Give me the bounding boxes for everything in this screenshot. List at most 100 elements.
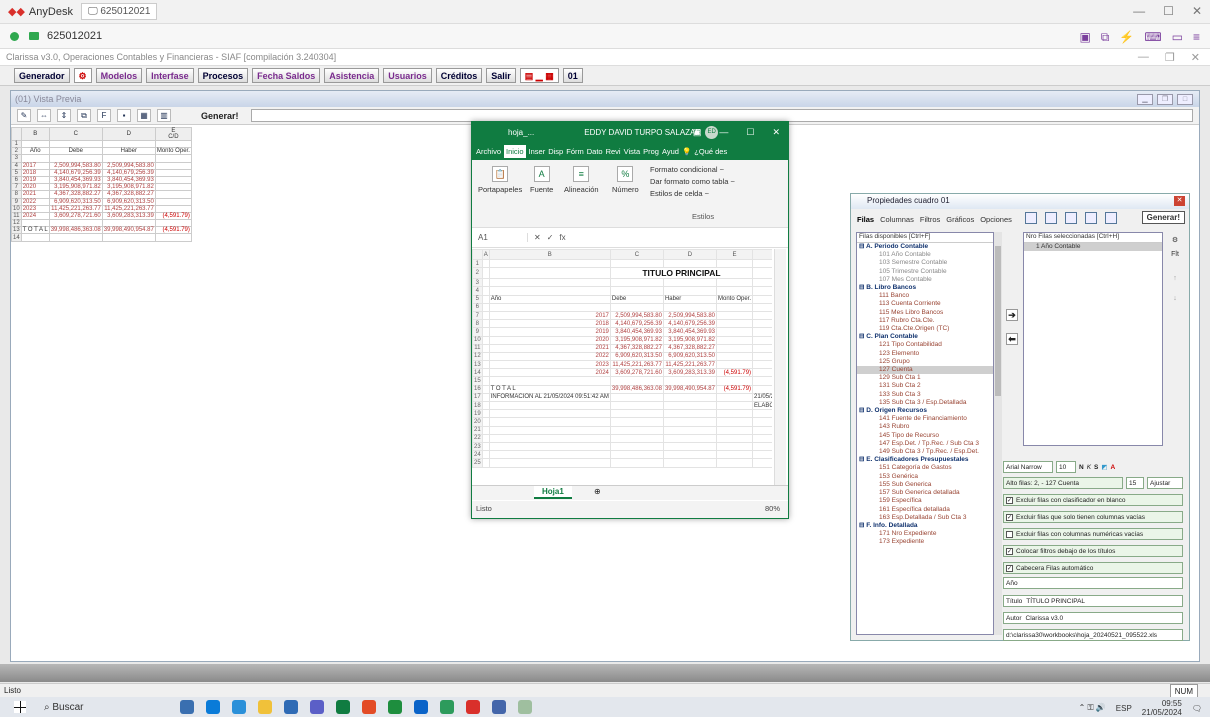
restore-icon[interactable]: ❐ [1157, 93, 1173, 105]
tab-columnas[interactable]: Columnas [880, 215, 914, 224]
minimize-icon[interactable]: ▁ [1137, 93, 1153, 105]
cell[interactable] [752, 258, 772, 269]
edit-icon[interactable]: ✎ [17, 109, 31, 122]
cell[interactable] [662, 376, 718, 386]
year-cell[interactable]: 2020 [488, 335, 611, 345]
table-row[interactable]: 8 2018 4,140,679,256.39 4,140,679,256.39 [472, 319, 772, 329]
table-row[interactable]: 17 INFORMACION AL 21/05/2024 09:51:42 AM 2… [472, 392, 772, 403]
total-haber[interactable]: 39,998,490,954.87 [662, 384, 718, 394]
cell[interactable] [662, 278, 718, 288]
generate-button[interactable]: Generar! [1141, 211, 1185, 224]
group-header[interactable]: ⊟ A. Periodo Contable [857, 243, 993, 251]
cell[interactable] [481, 400, 490, 411]
notifications-icon[interactable]: 🗨 [1192, 704, 1202, 713]
list-item[interactable]: 151 Categoría de Gastos [857, 464, 993, 472]
debe-cell[interactable]: 11,425,221,263.77 [609, 360, 664, 370]
cell[interactable] [715, 258, 754, 269]
generate-label[interactable]: Generar! [201, 111, 239, 121]
available-rows-scrollbar[interactable] [994, 232, 1002, 635]
app-icon[interactable] [414, 700, 428, 714]
cell[interactable] [481, 335, 490, 345]
tab-disposicion[interactable]: Disp [548, 147, 563, 156]
table-row[interactable]: 19 [472, 409, 772, 419]
files-icon[interactable]: ⧉ [1101, 30, 1110, 45]
list-item[interactable]: 127 Cuenta [857, 366, 993, 375]
tab-archivo[interactable]: Archivo [476, 147, 501, 156]
cell[interactable] [752, 384, 772, 394]
cell[interactable] [488, 433, 611, 443]
cell[interactable] [715, 450, 754, 460]
year-cell[interactable]: 2021 [488, 343, 611, 353]
list-item[interactable]: 121 Tipo Contabilidad [857, 341, 993, 349]
table-row[interactable]: 9 2019 3,840,454,369.93 3,840,454,369.93 [472, 327, 772, 337]
cell[interactable] [609, 258, 664, 269]
cell[interactable] [662, 302, 718, 312]
table-row[interactable]: 2 TITULO PRINCIPAL [472, 267, 772, 280]
minimize-icon[interactable]: — [1138, 51, 1149, 64]
option-checkbox[interactable]: ✓ Colocar filtros debajo de los títulos [1003, 545, 1183, 557]
cell[interactable] [481, 368, 490, 378]
cell[interactable] [609, 278, 664, 288]
cell[interactable] [662, 286, 718, 296]
debe-cell[interactable]: 3,840,454,369.93 [609, 327, 664, 337]
cell[interactable] [609, 417, 664, 427]
col-header[interactable]: D [662, 249, 718, 260]
cell[interactable] [752, 417, 772, 427]
option-checkbox[interactable]: ✓ Cabecera Filas automático [1003, 562, 1183, 574]
cell[interactable] [609, 409, 664, 419]
table-row[interactable]: 25 [472, 458, 772, 468]
cell[interactable] [715, 425, 754, 435]
list-item[interactable]: 161 Específica detallada [857, 506, 993, 514]
window-list-icon[interactable]: ▤ ▁ ▦ [519, 68, 559, 83]
table-row[interactable]: 11 2021 4,367,328,882.27 4,367,328,882.27 [472, 343, 772, 353]
cell[interactable] [752, 368, 772, 378]
list-item[interactable]: 105 Trimestre Contable [857, 268, 993, 276]
close-icon[interactable]: ✕ [772, 127, 780, 138]
year-cell[interactable]: 2024 [488, 368, 611, 378]
table-row[interactable]: 13 2023 11,425,221,263.77 11,425,221,263.77 [472, 360, 772, 370]
cell[interactable] [715, 376, 754, 386]
list-item[interactable]: 123 Elemento [857, 350, 993, 358]
cell[interactable] [481, 392, 490, 403]
windows-start-icon[interactable] [14, 701, 26, 713]
add-sheet-icon[interactable]: ⊕ [594, 487, 601, 496]
font-color-icon[interactable]: A [1111, 464, 1116, 471]
total-debe[interactable]: 39,998,486,363.08 [609, 384, 664, 394]
list-item[interactable]: 131 Sub Cta 2 [857, 382, 993, 390]
app-icon[interactable] [492, 700, 506, 714]
cell[interactable] [715, 458, 754, 468]
cell[interactable] [609, 392, 664, 403]
cell[interactable] [609, 425, 664, 435]
cell[interactable] [662, 400, 718, 411]
col-header[interactable]: B [488, 249, 611, 260]
export-icon[interactable]: ▦ [137, 109, 151, 122]
group-header[interactable]: ⊟ B. Libro Bancos [857, 284, 993, 292]
zoom-level[interactable]: 80% [765, 501, 780, 517]
cell[interactable] [715, 409, 754, 419]
cell[interactable] [752, 327, 772, 337]
maximize-icon[interactable]: ☐ [746, 127, 754, 138]
monto-cell[interactable] [715, 343, 754, 353]
cell[interactable] [662, 441, 718, 452]
cell[interactable] [609, 302, 664, 312]
titulo-field[interactable]: Título TÍTULO PRINCIPAL [1003, 595, 1183, 607]
cell[interactable] [715, 302, 754, 312]
settings-icon[interactable]: ⚙ [1167, 234, 1183, 248]
table-row[interactable]: 4 [472, 286, 772, 296]
menu-interfase[interactable]: Interfase [146, 68, 194, 83]
table-row[interactable]: 16 T O T A L 39,998,486,363.08 39,998,490,9… [472, 384, 772, 394]
store-icon[interactable] [232, 700, 246, 714]
haber-cell[interactable]: 3,840,454,369.93 [662, 327, 718, 337]
table-row[interactable]: 14 2024 3,609,278,721.60 3,609,283,313.39 (4… [472, 368, 772, 378]
list-item[interactable]: 173 Expediente [857, 538, 993, 546]
cell[interactable] [752, 278, 772, 288]
language-indicator[interactable]: ESP [1116, 704, 1132, 713]
cell[interactable] [481, 351, 490, 362]
tab-filtros[interactable]: Filtros [920, 215, 940, 224]
haber-cell[interactable]: 2,509,994,583.80 [662, 310, 718, 321]
list-item[interactable]: 159 Específica [857, 497, 993, 505]
cell[interactable] [481, 310, 490, 321]
list-item[interactable]: 163 Esp.Detallada / Sub Cta 3 [857, 514, 993, 522]
cell[interactable] [715, 441, 754, 452]
menu-creditos[interactable]: Créditos [435, 68, 483, 83]
